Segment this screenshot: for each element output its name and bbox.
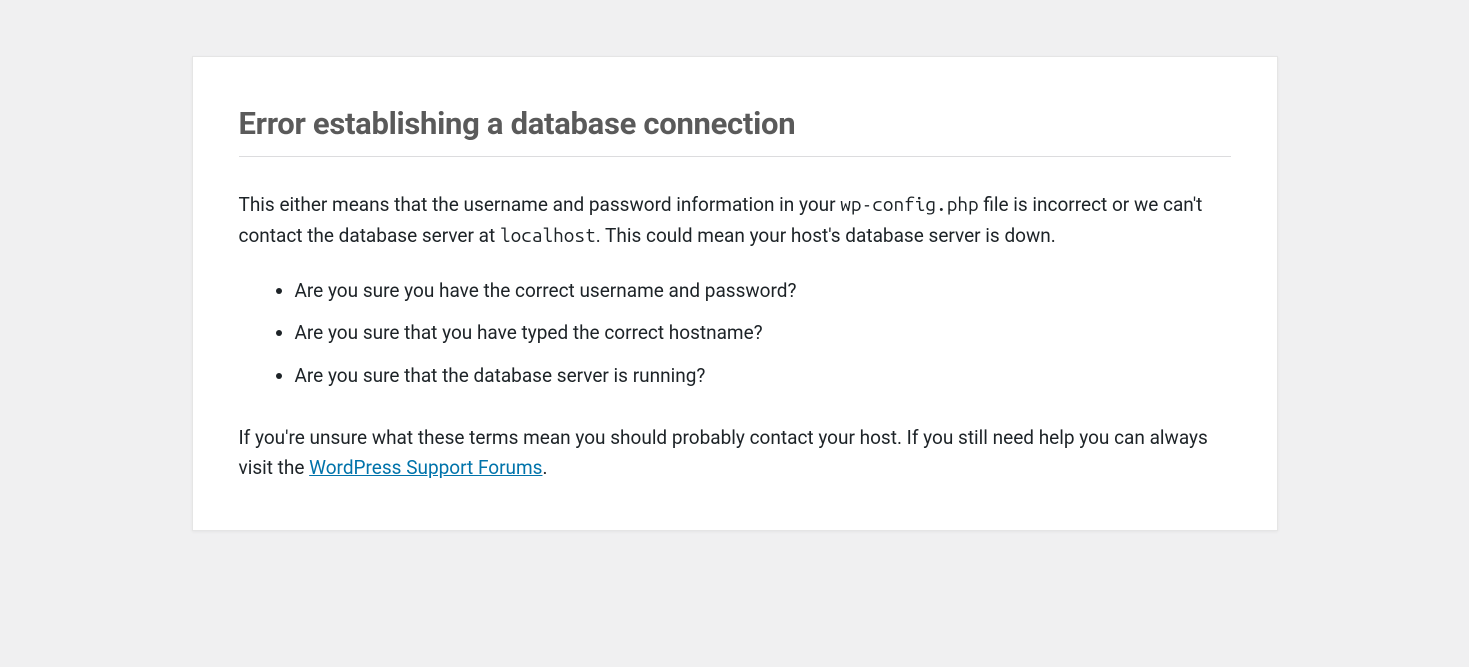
support-forums-link[interactable]: WordPress Support Forums	[309, 456, 542, 479]
list-item: Are you sure that you have typed the cor…	[295, 318, 1231, 348]
footer-paragraph: If you're unsure what these terms mean y…	[239, 423, 1231, 484]
checklist: Are you sure you have the correct userna…	[239, 276, 1231, 391]
footer-text-b: .	[542, 456, 547, 479]
intro-text-c: . This could mean your host's database s…	[596, 224, 1056, 247]
intro-paragraph: This either means that the username and …	[239, 189, 1231, 252]
config-file-code: wp-config.php	[840, 193, 978, 215]
list-item: Are you sure you have the correct userna…	[295, 276, 1231, 306]
db-host-code: localhost	[500, 224, 596, 246]
intro-text-a: This either means that the username and …	[239, 193, 841, 216]
error-heading: Error establishing a database connection	[239, 83, 1231, 157]
list-item: Are you sure that the database server is…	[295, 361, 1231, 391]
error-card: Error establishing a database connection…	[192, 56, 1278, 531]
